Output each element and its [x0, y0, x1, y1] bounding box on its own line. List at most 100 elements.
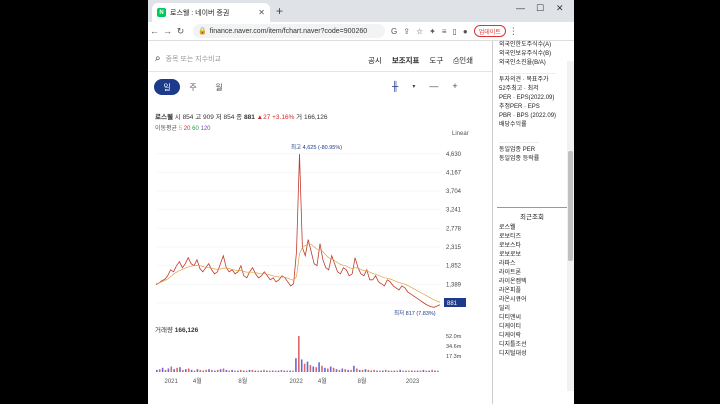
- profile-icon[interactable]: ●: [463, 27, 468, 36]
- sidebar-scrollbar[interactable]: [567, 61, 574, 391]
- star-icon[interactable]: ☆: [416, 27, 423, 36]
- recent-item[interactable]: 디지털대성: [499, 350, 527, 359]
- sidebar-info-row: PBR · BPS (2022.09): [499, 113, 557, 119]
- volume-bar: [437, 370, 439, 372]
- search-icon: ⌕: [155, 53, 161, 64]
- recent-item[interactable]: 디케이락: [499, 332, 527, 341]
- recent-item[interactable]: 라파스: [499, 260, 527, 269]
- x-tick-label: 2022: [290, 379, 304, 385]
- volume-bar: [306, 361, 309, 372]
- close-tab-icon[interactable]: ✕: [258, 8, 265, 17]
- reload-icon[interactable]: ↻: [174, 26, 187, 37]
- chevron-down-icon[interactable]: ▾: [412, 83, 415, 90]
- volume-bar: [390, 370, 393, 372]
- recent-item[interactable]: 라온피플: [499, 287, 527, 296]
- last-price-label: 881: [447, 301, 458, 307]
- close-window-icon[interactable]: ✕: [556, 3, 564, 14]
- volume-bar: [211, 369, 213, 372]
- scroll-thumb[interactable]: [568, 151, 573, 261]
- volume-bar: [161, 367, 164, 372]
- recent-item[interactable]: 디케이티: [499, 323, 527, 332]
- candle-type-icon[interactable]: ╫: [392, 81, 398, 91]
- stock-name: 로스웰: [155, 114, 173, 121]
- maximize-icon[interactable]: ☐: [536, 3, 544, 14]
- recent-item[interactable]: 디지틀조선: [499, 341, 527, 350]
- minimize-icon[interactable]: —: [516, 3, 525, 13]
- browser-tab[interactable]: N 로스웰 : 네이버 증권 ✕: [152, 3, 270, 22]
- share-icon[interactable]: ⇪: [403, 27, 410, 36]
- more-icon[interactable]: ⋮: [509, 26, 518, 37]
- volume-bar: [248, 369, 251, 372]
- volume-bar: [266, 370, 268, 372]
- volume-bar: [324, 367, 326, 372]
- recent-item[interactable]: 라이온켐텍: [499, 278, 527, 287]
- compare-search[interactable]: ⌕ 종목 또는 지수비교: [155, 53, 221, 64]
- recent-item[interactable]: 라온시큐어: [499, 296, 527, 305]
- recent-list: 로스웰 로보티즈 로보스타 로보로보 라파스 라이트론 라이온켐텍 라온피플 라온시큐어 딜리 디티…: [499, 224, 527, 359]
- tab-day[interactable]: 일: [154, 79, 180, 95]
- new-tab-button[interactable]: +: [276, 4, 283, 18]
- recent-item[interactable]: 로보스타: [499, 242, 527, 251]
- volume-bar: [228, 370, 230, 372]
- volume-bar: [341, 368, 344, 372]
- volume-bar: [274, 370, 277, 372]
- tab-bar: N 로스웰 : 네이버 증권 ✕ + — ☐ ✕: [148, 0, 574, 22]
- forward-icon[interactable]: →: [161, 26, 174, 36]
- indicators-button[interactable]: 보조지표: [392, 55, 420, 66]
- volume-bar: [376, 370, 378, 372]
- volume-panel-value: 166,126: [175, 327, 199, 334]
- x-tick-label: 2023: [406, 379, 420, 385]
- x-tick-label: 8월: [238, 377, 247, 385]
- update-button[interactable]: 업데이트: [473, 25, 506, 37]
- low-value: 854: [223, 114, 235, 121]
- tab-week[interactable]: 주: [180, 79, 206, 95]
- ma-legend: 이동평균 5 20 60 120: [155, 123, 211, 132]
- google-icon[interactable]: G: [391, 27, 397, 36]
- sidepanel-icon[interactable]: ▯: [452, 27, 456, 36]
- y-axis: 4,630 4,167 3,704 3,241 2,778 2,315 1,852 1,389…: [446, 152, 462, 307]
- volume-bar: [257, 370, 259, 372]
- recent-item[interactable]: 라이트론: [499, 269, 527, 278]
- tab-month[interactable]: 월: [206, 79, 232, 95]
- ma5-label: 5: [178, 126, 183, 132]
- recent-item[interactable]: 로보티즈: [499, 233, 527, 242]
- menu-list-icon[interactable]: ≡: [442, 27, 447, 36]
- range-tabs: 일 주 월: [154, 79, 232, 95]
- volume-bar: [327, 368, 329, 372]
- ma-line: [155, 243, 441, 303]
- volume-bar: [350, 369, 352, 372]
- print-button[interactable]: ⎙인쇄: [453, 55, 473, 66]
- recent-item[interactable]: 디티앤씨: [499, 314, 527, 323]
- volume-bar: [358, 369, 361, 372]
- y-tick-label: 4,630: [446, 152, 462, 158]
- volume-bar: [402, 370, 404, 372]
- volume-bar: [231, 369, 233, 372]
- recent-item[interactable]: 딜리: [499, 305, 527, 314]
- extension-icon[interactable]: ✦: [429, 27, 436, 36]
- high-value: 909: [203, 114, 214, 121]
- recent-item[interactable]: 로보로보: [499, 251, 527, 260]
- volume-bar: [338, 369, 341, 372]
- min-price-label: 최저 817 (7.83%): [394, 309, 436, 317]
- sidebar-info-row: 외국인한도주식수(A): [499, 42, 552, 48]
- price-chart[interactable]: 4,630 4,167 3,704 3,241 2,778 2,315 1,852 1,389…: [148, 136, 492, 386]
- volume-bar: [240, 369, 242, 372]
- volume-bar: [408, 370, 410, 372]
- y-tick-label: 1,852: [446, 264, 462, 270]
- recent-header[interactable]: 최근조회: [497, 207, 567, 221]
- volume-bar: [182, 369, 184, 372]
- back-icon[interactable]: ←: [148, 26, 161, 36]
- volume-bar: [234, 370, 236, 372]
- valuation-list: 투자의견 · 목표주가 52주최고 · 최저 PER · EPS(2022.09) 추…: [499, 73, 557, 130]
- zoom-in-icon[interactable]: +: [452, 81, 457, 91]
- tools-button[interactable]: 도구: [429, 55, 443, 66]
- url-field[interactable]: 🔒 finance.naver.com/item/fchart.naver?co…: [193, 24, 385, 38]
- zoom-out-icon[interactable]: —: [429, 81, 438, 91]
- volume-bar: [185, 369, 187, 372]
- recent-item[interactable]: 로스웰: [499, 224, 527, 233]
- grid: [156, 153, 440, 304]
- volume-bar: [167, 368, 170, 372]
- notice-button[interactable]: 공시: [368, 55, 382, 66]
- print-label: 인쇄: [459, 56, 474, 65]
- chart-toolbar: 공시 보조지표 도구 ⎙인쇄: [368, 55, 473, 66]
